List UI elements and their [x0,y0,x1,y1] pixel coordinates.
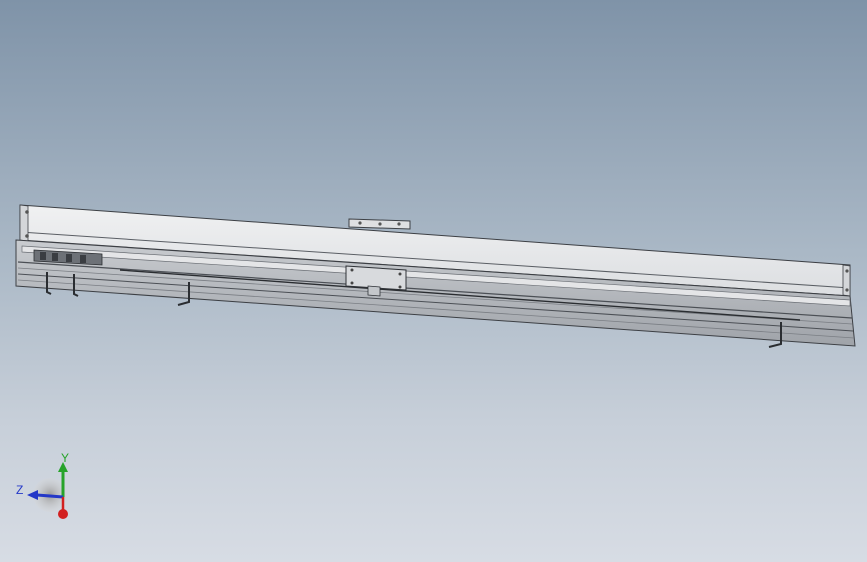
triad-z-label: Z [16,483,24,497]
triad-y-label: Y [61,451,70,465]
carriage-top-plate[interactable] [348,218,411,230]
z-axis-arrowhead [27,490,38,500]
coordinate-triad [27,462,68,519]
z-axis-arrow [36,493,64,499]
x-axis-dot [58,509,68,519]
linear-module-model[interactable] [0,0,867,562]
graphics-viewport[interactable]: Y Z [0,0,867,562]
